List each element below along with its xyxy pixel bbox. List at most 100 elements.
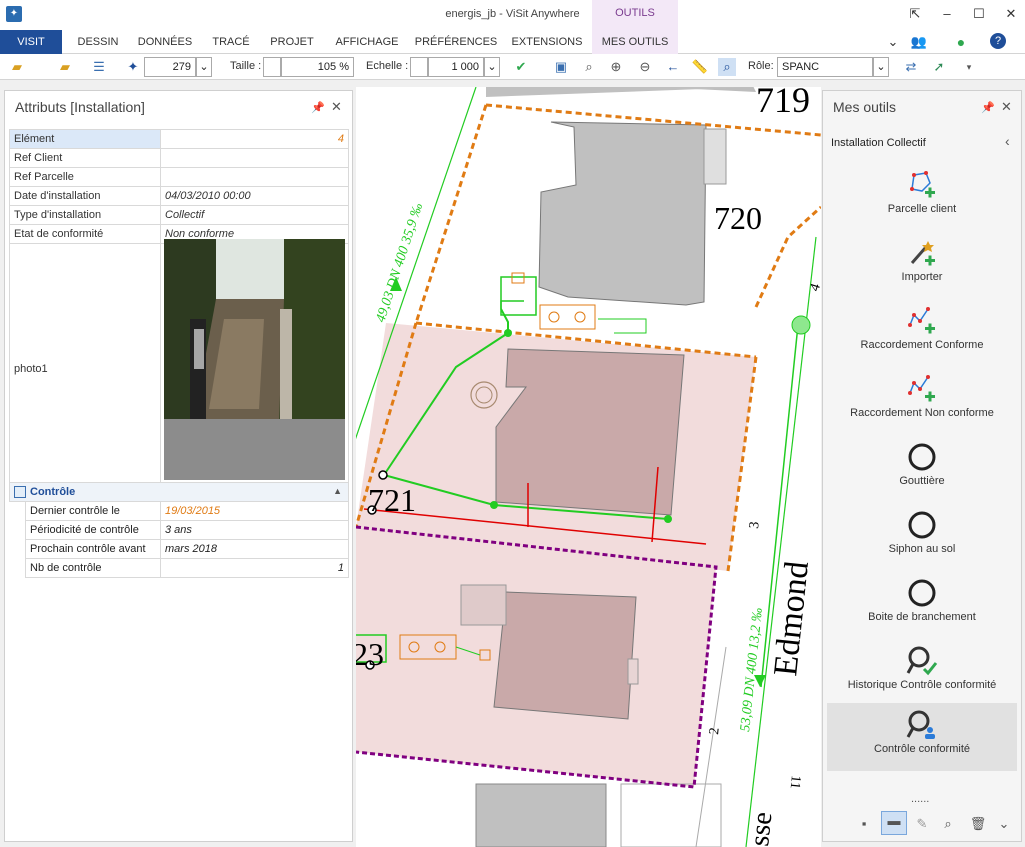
camera-icon[interactable]: ▪ (855, 815, 873, 833)
tab-preferences[interactable]: PRÉFÉRENCES (413, 30, 499, 54)
folder-icon[interactable]: ▰ (56, 58, 74, 76)
status-icon[interactable]: ● (952, 33, 970, 51)
polyline-add-icon (908, 375, 935, 402)
controle-section-header[interactable]: Contrôle ▲ (9, 482, 349, 502)
table-row[interactable]: Date d'installation 04/03/2010 00:00 (9, 186, 349, 206)
tab-dessin[interactable]: DESSIN (70, 30, 126, 54)
selection-icon[interactable]: ✦ (124, 58, 142, 76)
tab-trace[interactable]: TRACÉ (205, 30, 257, 54)
parcel-boundary (754, 205, 821, 308)
tab-mes-outils[interactable]: MES OUTILS (592, 30, 678, 54)
table-row[interactable]: Ref Parcelle (9, 167, 349, 187)
ruler-icon[interactable]: 📏 (691, 58, 709, 76)
element-count-field[interactable]: 279 (144, 57, 196, 77)
tool-raccordement-non-conforme[interactable]: Raccordement Non conforme (827, 367, 1017, 431)
address-number: 2 (707, 727, 723, 736)
polyline-add-icon (908, 307, 935, 334)
ctrl-value[interactable]: 3 ans (160, 520, 349, 540)
window-title: energis_jb - ViSit Anywhere (445, 8, 580, 20)
map-canvas[interactable]: 719 720 721 23 Edmond sse 49,03 DN 400 3… (356, 87, 821, 847)
table-row[interactable]: Périodicité de contrôle 3 ans (25, 520, 349, 540)
search-icon[interactable]: ⌕ (939, 815, 957, 833)
zoom-icon[interactable]: ⌕ (580, 58, 598, 76)
tool-gouttiere[interactable]: Gouttière (827, 435, 1017, 499)
zoom-out-icon[interactable]: ⊖ (636, 58, 654, 76)
attr-value[interactable] (160, 148, 349, 168)
taille-field[interactable]: 105 % (281, 57, 354, 77)
pin-icon[interactable]: 📌 (311, 101, 325, 114)
minimize-button[interactable]: – (939, 6, 955, 22)
image-icon[interactable]: ▣ (552, 58, 570, 76)
zoom-in-icon[interactable]: ⊕ (607, 58, 625, 76)
chevron-down-icon[interactable]: ⌄ (196, 57, 212, 77)
ring-icon (908, 511, 936, 539)
tab-projet[interactable]: PROJET (263, 30, 321, 54)
more-icon[interactable]: ▾ (960, 58, 978, 76)
attr-key: Ref Client (9, 148, 161, 168)
layers-icon[interactable]: ☰ (90, 58, 108, 76)
installation-photo[interactable] (164, 239, 345, 480)
table-row[interactable]: Nb de contrôle 1 (25, 558, 349, 578)
chevron-down-icon[interactable]: ⌄ (484, 57, 500, 77)
ctrl-key: Nb de contrôle (25, 558, 161, 578)
flashlight-icon[interactable]: ▬ (881, 811, 907, 835)
export-icon[interactable]: ➚ (930, 58, 948, 76)
taille-checkbox[interactable] (263, 57, 281, 77)
building-723[interactable] (493, 591, 637, 720)
open-folder-icon[interactable]: ▰ (8, 58, 26, 76)
tab-extensions[interactable]: EXTENSIONS (507, 30, 587, 54)
tool-controle-conformite[interactable]: Contrôle conformité (827, 703, 1017, 771)
tool-historique-controle[interactable]: Historique Contrôle conformité (827, 639, 1017, 703)
tool-label: Gouttière (899, 475, 945, 487)
chevron-left-icon[interactable]: ‹ (1005, 133, 1010, 149)
sync-icon[interactable]: ⇄ (902, 58, 920, 76)
back-icon[interactable]: ← (664, 58, 682, 76)
collapse-icon[interactable]: ▲ (333, 486, 342, 496)
restore-ribbon-icon[interactable]: ⇱ (907, 6, 923, 22)
close-button[interactable]: ✕ (1003, 6, 1019, 22)
attr-value[interactable] (160, 167, 349, 187)
tool-label: Siphon au sol (888, 543, 956, 555)
ctrl-value[interactable]: mars 2018 (160, 539, 349, 559)
help-icon[interactable]: ? (990, 33, 1006, 49)
magnifier-check-icon (906, 646, 938, 676)
info-tool-icon[interactable]: ⌕ (718, 58, 736, 76)
ctrl-value[interactable]: 1 (160, 558, 349, 578)
map-svg[interactable]: 719 720 721 23 Edmond sse 49,03 DN 400 3… (356, 87, 821, 847)
tab-visit[interactable]: VISIT (0, 30, 62, 54)
table-row[interactable]: Ref Client (9, 148, 349, 168)
attr-value[interactable]: Collectif (160, 205, 349, 225)
tool-parcelle-client[interactable]: Parcelle client (827, 163, 1017, 227)
building-720[interactable] (538, 121, 707, 306)
maximize-button[interactable]: ☐ (971, 6, 987, 22)
tab-donnees[interactable]: DONNÉES (133, 30, 197, 54)
table-row[interactable]: Dernier contrôle le 19/03/2015 (25, 501, 349, 521)
table-row[interactable]: Prochain contrôle avant mars 2018 (25, 539, 349, 559)
address-number: 3 (747, 521, 763, 530)
attr-value[interactable]: 4 (160, 129, 349, 149)
echelle-field[interactable]: 1 000 (428, 57, 484, 77)
pen-icon[interactable]: ✎ (913, 815, 931, 833)
ctrl-value[interactable]: 19/03/2015 (160, 501, 349, 521)
contextual-tab-outils[interactable]: OUTILS (592, 0, 678, 30)
role-select[interactable]: SPANC (777, 57, 873, 77)
trash-icon[interactable]: 🗑 (969, 815, 987, 833)
chevron-down-icon[interactable]: ⌄ (884, 33, 902, 51)
table-row[interactable]: Type d'installation Collectif (9, 205, 349, 225)
validate-icon[interactable]: ✔ (512, 58, 530, 76)
users-icon[interactable]: 👥 (910, 33, 928, 51)
close-icon[interactable]: ✕ (1001, 99, 1012, 115)
chevron-down-icon[interactable]: ⌄ (873, 57, 889, 77)
chevron-down-icon[interactable]: ⌄ (995, 815, 1013, 833)
tool-boite-de-branchement[interactable]: Boite de branchement (827, 571, 1017, 635)
echelle-checkbox[interactable] (410, 57, 428, 77)
pin-icon[interactable]: 📌 (981, 101, 995, 114)
tool-raccordement-conforme[interactable]: Raccordement Conforme (827, 299, 1017, 363)
tab-affichage[interactable]: AFFICHAGE (329, 30, 405, 54)
tool-label: Raccordement Non conforme (850, 407, 994, 419)
close-icon[interactable]: ✕ (331, 99, 342, 115)
tool-siphon-au-sol[interactable]: Siphon au sol (827, 503, 1017, 567)
attr-value[interactable]: 04/03/2010 00:00 (160, 186, 349, 206)
table-row[interactable]: Elément 4 (9, 129, 349, 149)
tool-importer[interactable]: Importer (827, 231, 1017, 295)
